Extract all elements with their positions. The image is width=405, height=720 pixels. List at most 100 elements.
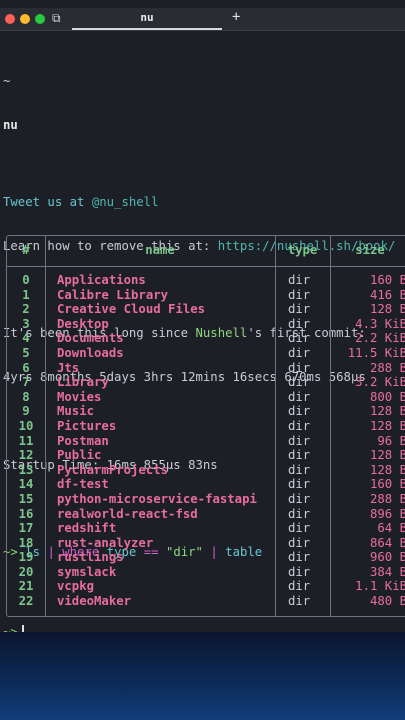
table-row: 1 Calibre Library dir 416 B bbox=[7, 288, 405, 303]
row-size: 96 B bbox=[377, 433, 405, 448]
desktop-background-top bbox=[0, 0, 405, 8]
table-body: 0 Applications dir 160 B 1 Calibre Library dir… bbox=[7, 273, 405, 609]
row-size: 2.2 KiB bbox=[355, 331, 405, 346]
row-index: 3 bbox=[22, 316, 30, 331]
row-type: dir bbox=[288, 273, 311, 287]
row-name: PycharmProjects bbox=[57, 462, 169, 477]
header-type: type bbox=[287, 243, 318, 257]
row-type: dir bbox=[288, 433, 311, 448]
header-index: # bbox=[22, 243, 30, 257]
row-name: Creative Cloud Files bbox=[57, 302, 206, 317]
row-index: 14 bbox=[18, 477, 34, 492]
row-size: 416 B bbox=[369, 287, 405, 302]
row-size: 128 B bbox=[369, 404, 405, 419]
row-size: 1.1 KiB bbox=[355, 579, 405, 594]
minimize-window-button[interactable] bbox=[20, 14, 30, 24]
row-size: 64 B bbox=[377, 521, 405, 536]
row-index: 9 bbox=[22, 404, 30, 419]
row-size: 128 B bbox=[369, 302, 405, 317]
row-index: 8 bbox=[22, 389, 30, 404]
table-row: 9 Music dir 128 B bbox=[7, 404, 405, 419]
row-size: 128 B bbox=[369, 448, 405, 463]
row-type: dir bbox=[288, 360, 311, 375]
row-name: realworld-react-fsd bbox=[57, 506, 198, 521]
row-type: dir bbox=[288, 448, 311, 463]
row-type: dir bbox=[288, 521, 311, 536]
desktop-background bbox=[0, 632, 405, 720]
table-row: 21 vcpkg dir 1.1 KiB bbox=[7, 579, 405, 594]
terminal-window: ⧉ nu + ~ nu Tweet us at @nu_shell Learn … bbox=[0, 8, 405, 632]
table-row: 19 rustlings dir 960 B bbox=[7, 550, 405, 565]
row-name: Music bbox=[57, 404, 95, 419]
table-row: 10 Pictures dir 128 B bbox=[7, 419, 405, 434]
row-type: dir bbox=[288, 345, 311, 360]
row-name: Public bbox=[57, 448, 102, 463]
tweet-handle-link[interactable]: @nu_shell bbox=[92, 195, 159, 209]
input-prompt[interactable]: ~> bbox=[3, 625, 24, 632]
table-row: 0 Applications dir 160 B bbox=[7, 273, 405, 288]
row-name: Movies bbox=[57, 389, 102, 404]
table-row: 22 videoMaker dir 480 B bbox=[7, 594, 405, 609]
table-row: 4 Documents dir 2.2 KiB bbox=[7, 331, 405, 346]
row-name: Pictures bbox=[57, 418, 117, 433]
row-type: dir bbox=[288, 491, 311, 506]
row-type: dir bbox=[288, 462, 311, 477]
table-row: 13 PycharmProjects dir 128 B bbox=[7, 463, 405, 478]
row-name: redshift bbox=[57, 521, 117, 536]
row-type: dir bbox=[288, 579, 311, 594]
row-type: dir bbox=[288, 316, 311, 331]
row-index: 6 bbox=[22, 360, 30, 375]
row-index: 0 bbox=[22, 273, 30, 287]
row-size: 864 B bbox=[369, 535, 405, 550]
row-size: 960 B bbox=[369, 550, 405, 565]
row-name: Jts bbox=[57, 360, 80, 375]
table-row: 15 python-microservice-fastapi dir 288 B bbox=[7, 492, 405, 507]
row-index: 11 bbox=[18, 433, 34, 448]
table-row: 2 Creative Cloud Files dir 128 B bbox=[7, 302, 405, 317]
nu-line: nu bbox=[3, 117, 18, 132]
row-index: 1 bbox=[22, 287, 30, 302]
row-name: Desktop bbox=[57, 316, 109, 331]
close-window-button[interactable] bbox=[5, 14, 15, 24]
row-type: dir bbox=[288, 506, 311, 521]
row-type: dir bbox=[288, 389, 311, 404]
table-row: 7 Library dir 3.2 KiB bbox=[7, 375, 405, 390]
row-index: 12 bbox=[18, 448, 34, 463]
row-size: 11.5 KiB bbox=[347, 345, 405, 360]
header-size: size bbox=[355, 243, 385, 257]
row-index: 19 bbox=[18, 550, 34, 565]
row-size: 128 B bbox=[369, 418, 405, 433]
row-name: rust-analyzer bbox=[57, 535, 154, 550]
row-name: Downloads bbox=[57, 345, 124, 360]
row-size: 4.3 KiB bbox=[355, 316, 405, 331]
table-row: 8 Movies dir 800 B bbox=[7, 390, 405, 405]
row-name: Postman bbox=[57, 433, 109, 448]
row-type: dir bbox=[288, 564, 311, 579]
row-name: symslack bbox=[57, 564, 117, 579]
tab-nu[interactable]: nu bbox=[72, 8, 222, 30]
row-size: 160 B bbox=[369, 273, 405, 287]
row-type: dir bbox=[288, 418, 311, 433]
zoom-window-button[interactable] bbox=[35, 14, 45, 24]
header-name: name bbox=[145, 243, 175, 257]
tab-overview-icon[interactable]: ⧉ bbox=[52, 11, 61, 26]
row-name: vcpkg bbox=[57, 579, 95, 594]
table-row: 5 Downloads dir 11.5 KiB bbox=[7, 346, 405, 361]
table-row: 12 Public dir 128 B bbox=[7, 448, 405, 463]
row-size: 896 B bbox=[369, 506, 405, 521]
row-index: 5 bbox=[22, 345, 30, 360]
text-cursor bbox=[21, 625, 24, 632]
title-bar: ⧉ nu + bbox=[0, 8, 405, 31]
row-name: videoMaker bbox=[57, 594, 132, 609]
row-name: Documents bbox=[57, 331, 124, 346]
row-type: dir bbox=[288, 375, 311, 390]
row-name: df-test bbox=[57, 477, 109, 492]
row-name: Applications bbox=[57, 273, 146, 287]
active-tab-indicator bbox=[72, 28, 222, 30]
row-index: 10 bbox=[18, 418, 34, 433]
new-tab-button[interactable]: + bbox=[232, 9, 240, 25]
row-size: 384 B bbox=[369, 564, 405, 579]
table-row: 18 rust-analyzer dir 864 B bbox=[7, 536, 405, 551]
prompt-symbol: ~> bbox=[3, 625, 18, 632]
row-size: 288 B bbox=[369, 491, 405, 506]
